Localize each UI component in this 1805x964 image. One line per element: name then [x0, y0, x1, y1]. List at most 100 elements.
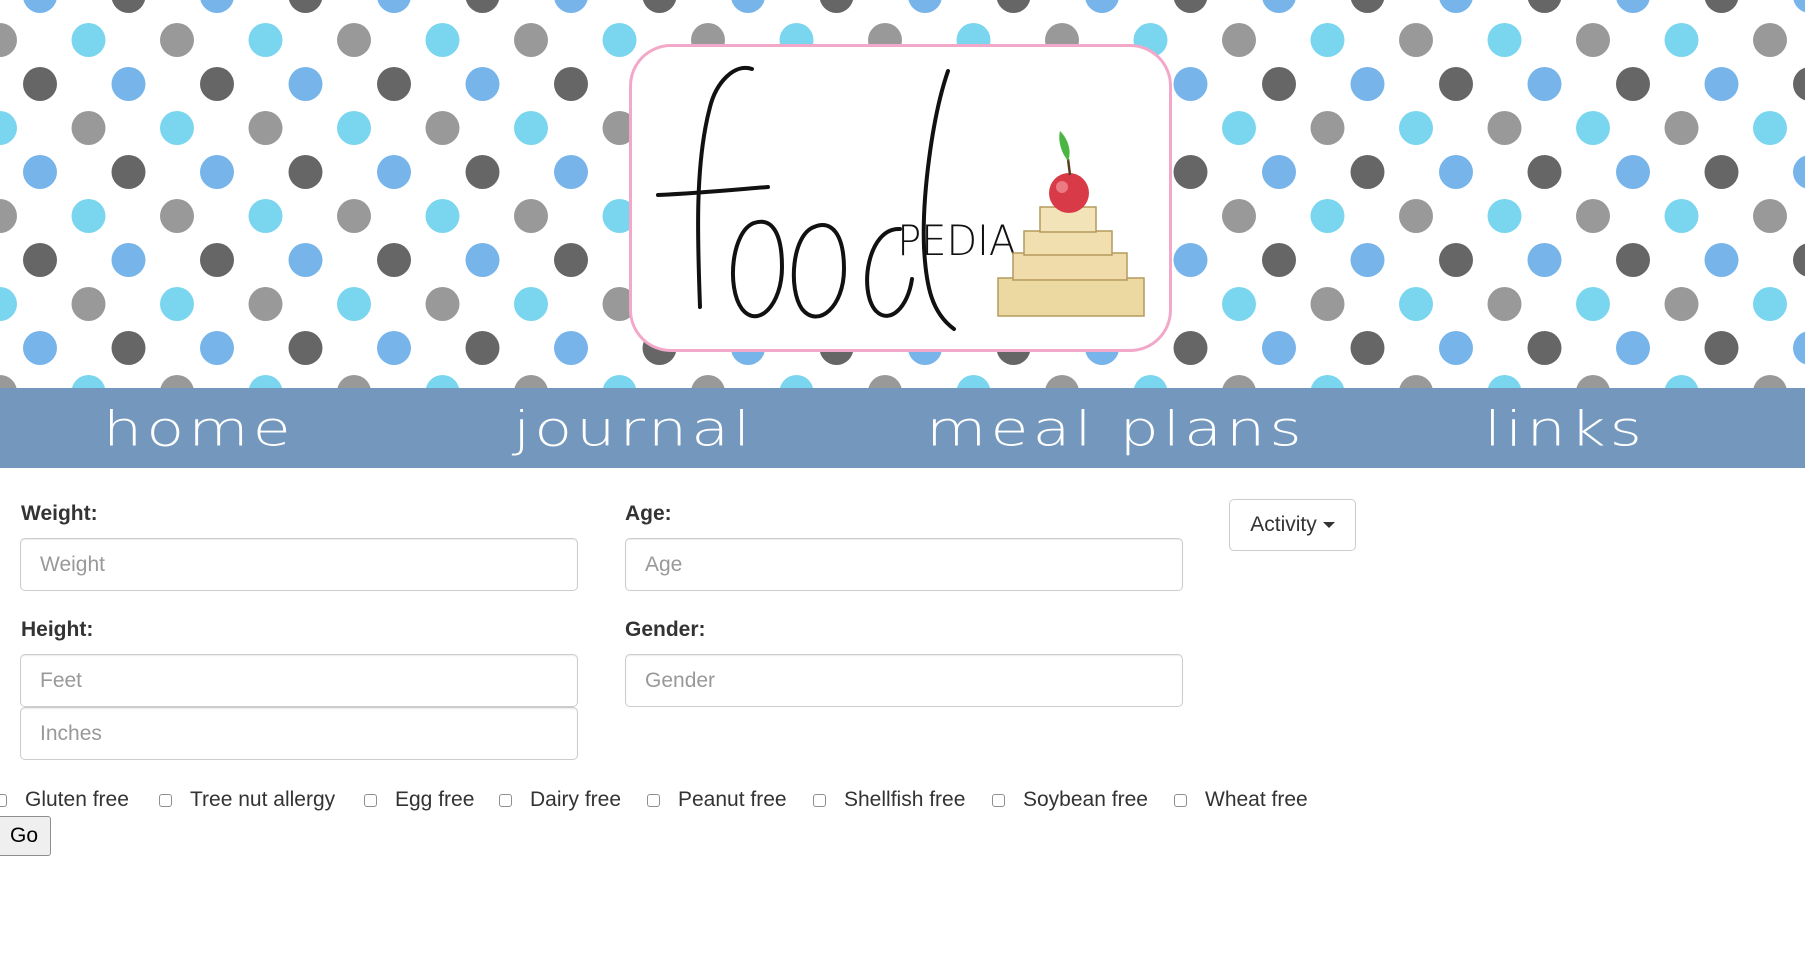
polka-dot [1262, 67, 1296, 101]
polka-dot [1704, 0, 1739, 13]
polka-dot [71, 23, 106, 57]
polka-dot [248, 111, 283, 145]
polka-dot [1576, 111, 1610, 145]
checkbox-wheat-free[interactable]: Wheat free [1174, 786, 1308, 814]
go-button[interactable]: Go [0, 816, 51, 856]
checkbox-dairy-free[interactable]: Dairy free [499, 786, 621, 814]
polka-dot [111, 243, 146, 277]
checkbox-soybean-free[interactable]: Soybean free [992, 786, 1148, 814]
polka-dot [779, 375, 814, 388]
logo-word-pedia: PEDIA [897, 217, 1016, 265]
nav-meal-plans[interactable]: meal plans [926, 398, 1306, 460]
polka-dot [1487, 23, 1522, 57]
checkbox-tree-nut-allergy[interactable]: Tree nut allergy [159, 786, 335, 814]
polka-dot [1310, 375, 1345, 388]
polka-dot [1350, 0, 1385, 13]
polka-dot [554, 331, 588, 365]
polka-dot [288, 243, 323, 277]
polka-dot [1399, 375, 1433, 388]
checkbox-gluten-free[interactable]: Gluten free [0, 786, 129, 814]
checkbox-box[interactable] [364, 793, 377, 807]
polka-dot [71, 287, 106, 321]
polka-dot [1222, 375, 1256, 388]
polka-dot [377, 243, 411, 277]
polka-dot [996, 0, 1031, 13]
polka-dot [1222, 199, 1256, 233]
polka-dot [465, 67, 500, 101]
polka-dot [288, 331, 323, 365]
polka-dot [1793, 155, 1805, 189]
polka-dot [956, 375, 991, 388]
nav-home[interactable]: home [103, 398, 295, 460]
checkbox-label: Shellfish free [844, 788, 966, 811]
checkbox-box[interactable] [159, 793, 172, 807]
polka-dot [1753, 375, 1787, 388]
polka-dot [248, 199, 283, 233]
checkbox-peanut-free[interactable]: Peanut free [647, 786, 787, 814]
polka-dot [1664, 23, 1699, 57]
polka-dot [1753, 23, 1787, 57]
polka-dot [23, 67, 57, 101]
polka-dot [1262, 243, 1296, 277]
checkbox-shellfish-free[interactable]: Shellfish free [813, 786, 965, 814]
polka-dot [1222, 287, 1256, 321]
polka-dot [1439, 155, 1473, 189]
polka-dot [288, 155, 323, 189]
polka-dot [554, 0, 588, 13]
site-logo[interactable]: PEDIA [629, 44, 1172, 352]
polka-dot [0, 111, 17, 145]
polka-dot [1664, 375, 1699, 388]
polka-dot [1576, 23, 1610, 57]
polka-dot [1173, 331, 1208, 365]
nav-links[interactable]: links [1484, 398, 1646, 460]
polka-dot [1399, 111, 1433, 145]
gender-input[interactable] [625, 654, 1183, 707]
polka-dot [0, 199, 17, 233]
foodpedia-logo-graphic: PEDIA [656, 65, 1145, 331]
polka-dot [111, 67, 146, 101]
polka-dot [248, 375, 283, 388]
polka-dot [1439, 67, 1473, 101]
polka-dot [1222, 111, 1256, 145]
weight-input[interactable] [20, 538, 578, 591]
checkbox-box[interactable] [1174, 793, 1187, 807]
polka-dot [337, 375, 371, 388]
checkbox-label: Gluten free [25, 788, 129, 811]
activity-dropdown[interactable]: Activity [1229, 499, 1356, 551]
checkbox-egg-free[interactable]: Egg free [364, 786, 474, 814]
polka-dot [465, 0, 500, 13]
polka-dot [1310, 111, 1345, 145]
polka-dot [1262, 0, 1296, 13]
polka-dot [1310, 23, 1345, 57]
polka-dot [1045, 375, 1079, 388]
polka-dot [425, 111, 460, 145]
logo-word-food [656, 65, 956, 331]
polka-dot [1793, 0, 1805, 13]
checkbox-box[interactable] [647, 793, 660, 807]
polka-dot [337, 199, 371, 233]
polka-dot [160, 287, 194, 321]
polka-dot [23, 155, 57, 189]
height-feet-input[interactable] [20, 654, 578, 707]
checkbox-label: Wheat free [1205, 788, 1308, 811]
polka-dot [337, 287, 371, 321]
checkbox-box[interactable] [499, 793, 512, 807]
polka-dot [1793, 67, 1805, 101]
polka-dot [465, 243, 500, 277]
gender-label: Gender: [625, 618, 706, 641]
checkbox-box[interactable] [992, 793, 1005, 807]
checkbox-box[interactable] [813, 793, 826, 807]
age-input[interactable] [625, 538, 1183, 591]
polka-dot [1616, 0, 1650, 13]
polka-dot [425, 23, 460, 57]
height-inches-input[interactable] [20, 707, 578, 760]
nav-journal[interactable]: journal [513, 398, 754, 460]
polka-dot [200, 67, 234, 101]
checkbox-box[interactable] [0, 793, 7, 807]
height-label: Height: [21, 618, 94, 641]
polka-dot [1753, 199, 1787, 233]
polka-dot [1664, 111, 1699, 145]
polka-dot [1664, 287, 1699, 321]
polka-dot [1085, 0, 1119, 13]
polka-dot [1439, 0, 1473, 13]
